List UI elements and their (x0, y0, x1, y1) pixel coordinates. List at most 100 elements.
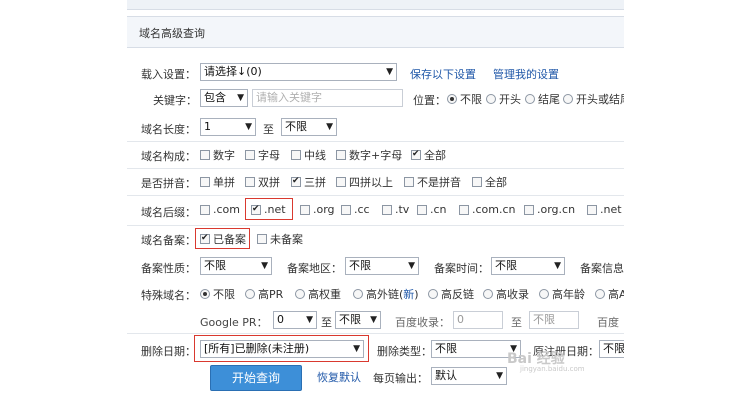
radio-icon (245, 289, 255, 299)
suffix-tv[interactable]: .tv (382, 203, 409, 216)
pinyin-all[interactable]: 全部 (472, 174, 507, 190)
per-page-select[interactable]: 默认 ▼ (431, 367, 507, 385)
position-option-any[interactable]: 不限 (447, 91, 482, 107)
suffix-cc[interactable]: .cc (341, 203, 370, 216)
position-option-end[interactable]: 结尾 (525, 91, 560, 107)
composition-digits-letters[interactable]: 数字+字母 (336, 147, 402, 163)
pinyin-single[interactable]: 单拼 (200, 174, 235, 190)
suffix-com[interactable]: .com (200, 203, 240, 216)
length-row: 域名长度： 1 ▼ 至 不限 ▼ (127, 117, 624, 139)
pinyin-four-plus[interactable]: 四拼以上 (336, 174, 393, 190)
chevron-down-icon: ▼ (496, 371, 503, 381)
suffix-org[interactable]: .org (300, 203, 335, 216)
checkbox-icon (200, 150, 210, 160)
suffix-row: 域名后缀： .com .net .org .cc .tv .cn .com.cn… (127, 200, 624, 222)
divider (127, 225, 624, 226)
checkbox-icon (524, 204, 534, 215)
divider (127, 195, 624, 196)
composition-hyphen[interactable]: 中线 (291, 147, 326, 163)
chevron-down-icon: ▼ (554, 261, 561, 271)
orig-reg-date-select[interactable]: 不限 (599, 340, 624, 358)
pinyin-row: 是否拼音： 单拼 双拼 三拼 四拼以上 不是拼音 全部 (127, 171, 624, 193)
checkbox-icon (245, 150, 255, 160)
pinyin-double[interactable]: 双拼 (245, 174, 280, 190)
top-strip (127, 0, 624, 10)
suffix-com-cn[interactable]: .com.cn (459, 203, 516, 216)
chevron-down-icon: ▼ (306, 315, 313, 325)
length-from-select[interactable]: 1 ▼ (200, 118, 256, 136)
checkbox-icon (336, 150, 346, 160)
checkbox-icon (300, 204, 310, 215)
load-settings-label: 载入设置： (141, 68, 196, 81)
keyword-input[interactable]: 请输入关键字 (252, 89, 403, 107)
checkbox-icon (245, 177, 255, 187)
radio-icon (428, 289, 438, 299)
length-to-label: 至 (263, 123, 274, 136)
special-high-a[interactable]: 高A (595, 286, 624, 302)
special-high-weight[interactable]: 高权重 (295, 286, 341, 302)
keyword-mode-select[interactable]: 包含 ▼ (200, 89, 248, 107)
composition-all[interactable]: 全部 (411, 147, 446, 163)
record-time-label: 备案时间： (434, 262, 489, 275)
checkbox-icon (341, 204, 351, 215)
manage-settings-link[interactable]: 管理我的设置 (493, 66, 559, 82)
checkbox-icon (200, 177, 210, 187)
composition-row: 域名构成： 数字 字母 中线 数字+字母 全部 (127, 144, 624, 166)
baidu-index-to-input[interactable]: 不限 (529, 311, 579, 329)
checkbox-icon (417, 204, 427, 215)
google-pr-from-select[interactable]: 0 ▼ (273, 311, 317, 329)
keyword-label: 关键字： (153, 94, 197, 107)
special-high-pr[interactable]: 高PR (245, 286, 283, 302)
baidu-index-from-input[interactable]: 0 (453, 311, 503, 329)
pinyin-not-pinyin[interactable]: 不是拼音 (404, 174, 461, 190)
chevron-down-icon: ▼ (237, 93, 244, 103)
radio-icon (525, 94, 535, 104)
radio-icon (563, 94, 573, 104)
position-option-start-or-end[interactable]: 开头或结尾 (563, 91, 624, 107)
special-high-outlinks[interactable]: 高外链(新) (353, 286, 419, 302)
divider (127, 168, 624, 169)
save-settings-link[interactable]: 保存以下设置 (410, 66, 476, 82)
highlight-box-delete-date (194, 335, 369, 362)
checkbox-icon (472, 177, 482, 187)
suffix-org-cn[interactable]: .org.cn (524, 203, 575, 216)
radio-icon (353, 289, 363, 299)
record-nature-select[interactable]: 不限 ▼ (200, 257, 272, 275)
chevron-down-icon: ▼ (326, 122, 333, 132)
radio-icon (595, 289, 605, 299)
position-option-start[interactable]: 开头 (486, 91, 521, 107)
load-settings-select[interactable]: 请选择↓(0) ▼ (200, 63, 397, 81)
special-row: 特殊域名： 不限 高PR 高权重 高外链(新) 高反链 高收录 高年龄 高A (127, 283, 624, 305)
special-high-index[interactable]: 高收录 (483, 286, 529, 302)
load-settings-row: 载入设置： 请选择↓(0) ▼ 保存以下设置 管理我的设置 (127, 62, 624, 84)
panel-title: 域名高级查询 (139, 27, 205, 40)
chevron-down-icon: ▼ (261, 261, 268, 271)
checkbox-icon (336, 177, 346, 187)
google-pr-to-select[interactable]: 不限 ▼ (335, 311, 381, 329)
pinyin-label: 是否拼音： (141, 177, 196, 190)
radio-icon (483, 289, 493, 299)
panel-title-bar: 域名高级查询 (127, 16, 624, 48)
record-time-select[interactable]: 不限 ▼ (491, 257, 565, 275)
length-to-select[interactable]: 不限 ▼ (281, 118, 337, 136)
special-high-age[interactable]: 高年龄 (539, 286, 585, 302)
divider (127, 141, 624, 142)
suffix-cn[interactable]: .cn (417, 203, 447, 216)
keyword-mode-value: 包含 (204, 91, 226, 104)
radio-icon (200, 289, 210, 299)
suffix-net-2[interactable]: .net (587, 203, 622, 216)
record-not-filed[interactable]: 未备案 (257, 231, 303, 247)
pinyin-triple[interactable]: 三拼 (291, 174, 326, 190)
watermark-url: jingyan.baidu.com (520, 365, 585, 373)
composition-digits[interactable]: 数字 (200, 147, 235, 163)
start-search-button[interactable]: 开始查询 (210, 365, 302, 391)
checkbox-icon (291, 177, 301, 187)
reset-default-link[interactable]: 恢复默认 (317, 369, 361, 385)
special-high-backlinks[interactable]: 高反链 (428, 286, 474, 302)
keyword-row: 关键字： 包含 ▼ 请输入关键字 位置： 不限 开头 结尾 开头或结尾 (127, 88, 624, 110)
record-label: 域名备案： (141, 234, 196, 247)
record-area-select[interactable]: 不限 ▼ (345, 257, 419, 275)
baidu-index-to-label: 至 (511, 316, 522, 329)
special-any[interactable]: 不限 (200, 286, 235, 302)
composition-letters[interactable]: 字母 (245, 147, 280, 163)
